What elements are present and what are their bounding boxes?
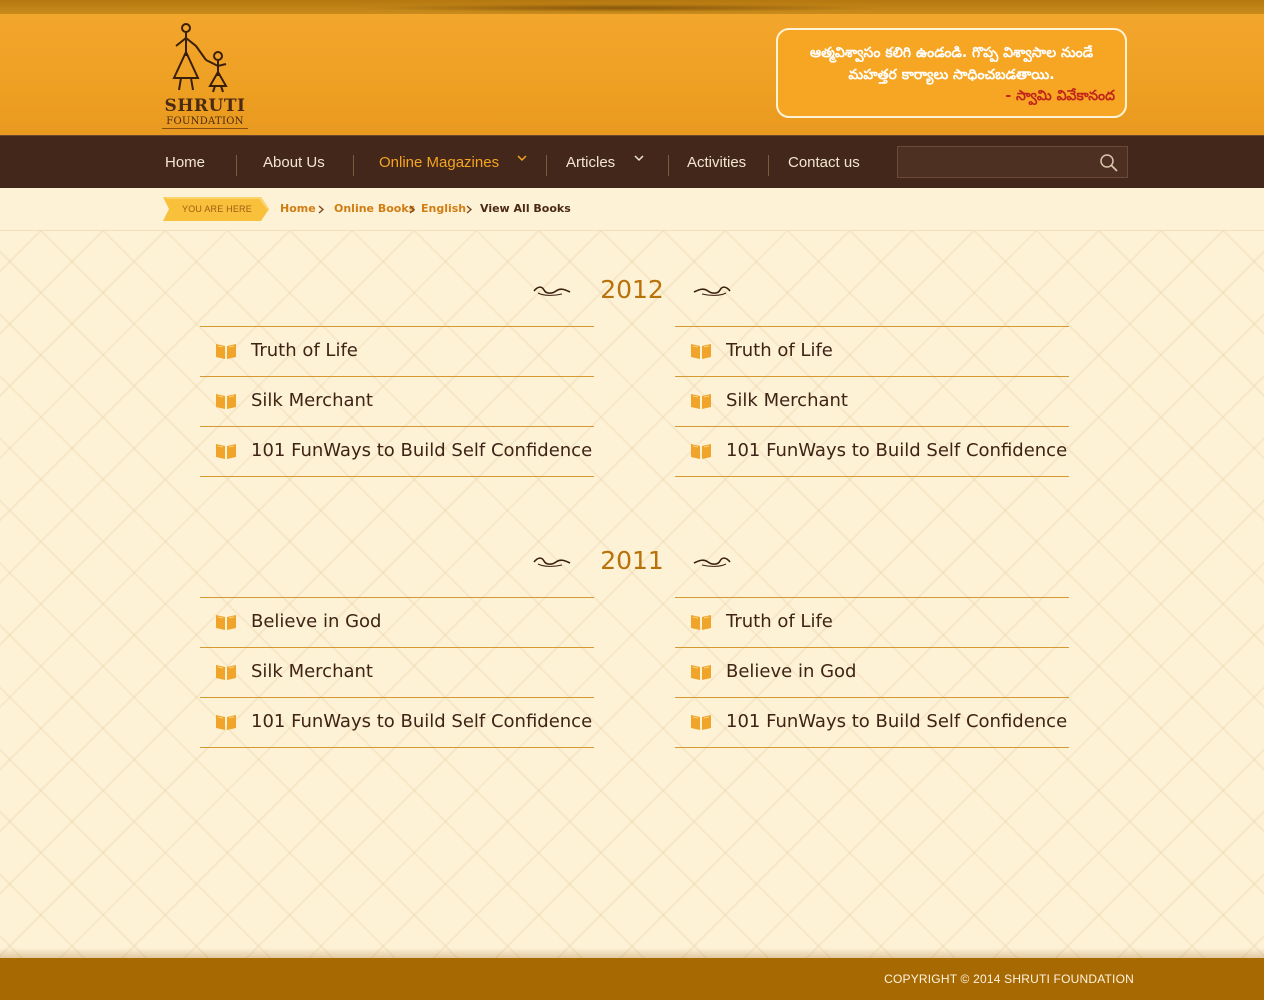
book-icon bbox=[691, 444, 711, 459]
book-title: Believe in God bbox=[726, 661, 857, 682]
list-item[interactable]: 101 FunWays to Build Self Confidence bbox=[200, 426, 594, 477]
book-list-2012-right: Truth of Life Silk Merchant 101 FunWays … bbox=[675, 326, 1069, 477]
chevron-down-icon[interactable] bbox=[634, 153, 644, 163]
chevron-right-icon bbox=[409, 205, 416, 214]
footer-shadow bbox=[0, 948, 1264, 958]
year-heading: 2011 bbox=[532, 544, 732, 578]
quote-text: ఆత్మవిశ్వాసం కలిగి ఉండండి. గొప్ప విశ్వాస… bbox=[809, 45, 1094, 83]
book-title: Silk Merchant bbox=[251, 661, 373, 682]
list-item[interactable]: Truth of Life bbox=[675, 326, 1069, 376]
main-nav: Home About Us Online Magazines Articles … bbox=[0, 135, 1264, 189]
quote-author: - స్వామి వివేకానంద bbox=[1005, 88, 1115, 104]
list-item[interactable]: 101 FunWays to Build Self Confidence bbox=[675, 697, 1069, 748]
copyright-text: COPYRIGHT © 2014 SHRUTI FOUNDATION bbox=[884, 972, 1134, 986]
book-title: 101 FunWays to Build Self Confidence bbox=[251, 440, 593, 461]
flourish-right-icon bbox=[693, 286, 731, 296]
site-header: SHRUTI FOUNDATION ఆత్మవిశ్వాసం కలిగి ఉండ… bbox=[0, 14, 1264, 135]
book-icon bbox=[216, 615, 236, 630]
book-list-2012-left: Truth of Life Silk Merchant 101 FunWays … bbox=[200, 326, 594, 477]
breadcrumb-english[interactable]: English bbox=[421, 188, 466, 230]
chevron-right-icon bbox=[466, 205, 473, 214]
site-footer: COPYRIGHT © 2014 SHRUTI FOUNDATION bbox=[0, 958, 1264, 1000]
nav-divider bbox=[768, 155, 769, 176]
nav-item-contact-us[interactable]: Contact us bbox=[788, 136, 860, 189]
nav-divider bbox=[236, 155, 237, 176]
search-box bbox=[897, 146, 1128, 178]
quote-box: ఆత్మవిశ్వాసం కలిగి ఉండండి. గొప్ప విశ్వాస… bbox=[776, 28, 1127, 118]
book-title: Truth of Life bbox=[726, 611, 833, 632]
book-list-2011-left: Believe in God Silk Merchant 101 FunWays… bbox=[200, 597, 594, 748]
book-title: 101 FunWays to Build Self Confidence bbox=[726, 711, 1068, 732]
list-item[interactable]: Silk Merchant bbox=[675, 376, 1069, 426]
top-strip bbox=[0, 0, 1264, 14]
book-icon bbox=[691, 715, 711, 730]
logo-subtitle: FOUNDATION bbox=[162, 116, 248, 129]
list-item[interactable]: Truth of Life bbox=[200, 326, 594, 376]
book-title: Truth of Life bbox=[251, 340, 358, 361]
site-logo[interactable]: SHRUTI FOUNDATION bbox=[162, 20, 248, 132]
breadcrumb-online-books[interactable]: Online Books bbox=[334, 188, 415, 230]
book-title: 101 FunWays to Build Self Confidence bbox=[726, 440, 1068, 461]
list-item[interactable]: 101 FunWays to Build Self Confidence bbox=[200, 697, 594, 748]
list-item[interactable]: Believe in God bbox=[200, 597, 594, 647]
year-label: 2011 bbox=[600, 546, 664, 575]
nav-item-online-magazines[interactable]: Online Magazines bbox=[379, 136, 499, 189]
breadcrumb: YOU ARE HERE Home Online Books English V… bbox=[0, 188, 1264, 231]
flourish-right-icon bbox=[693, 557, 731, 567]
list-item[interactable]: Silk Merchant bbox=[200, 647, 594, 697]
year-label: 2012 bbox=[600, 275, 664, 304]
chevron-right-icon bbox=[318, 205, 325, 214]
book-title: Silk Merchant bbox=[251, 390, 373, 411]
book-icon bbox=[691, 665, 711, 680]
logo-title: SHRUTI bbox=[164, 96, 246, 116]
book-icon bbox=[216, 444, 236, 459]
book-title: Silk Merchant bbox=[726, 390, 848, 411]
book-title: Truth of Life bbox=[726, 340, 833, 361]
nav-item-articles[interactable]: Articles bbox=[566, 136, 615, 189]
book-title: 101 FunWays to Build Self Confidence bbox=[251, 711, 593, 732]
nav-item-home[interactable]: Home bbox=[165, 136, 205, 189]
flourish-left-icon bbox=[533, 557, 571, 567]
search-icon[interactable] bbox=[1099, 153, 1119, 173]
nav-item-activities[interactable]: Activities bbox=[687, 136, 746, 189]
book-title: Believe in God bbox=[251, 611, 382, 632]
chevron-down-icon[interactable] bbox=[517, 153, 527, 163]
list-item[interactable]: 101 FunWays to Build Self Confidence bbox=[675, 426, 1069, 477]
family-logo-icon bbox=[172, 23, 228, 93]
nav-divider bbox=[353, 155, 354, 176]
list-item[interactable]: Truth of Life bbox=[675, 597, 1069, 647]
book-list-2011-right: Truth of Life Believe in God 101 FunWays… bbox=[675, 597, 1069, 748]
search-input[interactable] bbox=[904, 152, 1093, 174]
breadcrumb-home[interactable]: Home bbox=[280, 188, 316, 230]
book-icon bbox=[216, 715, 236, 730]
breadcrumb-current: View All Books bbox=[480, 202, 571, 215]
flourish-left-icon bbox=[533, 286, 571, 296]
nav-divider bbox=[668, 155, 669, 176]
book-icon bbox=[691, 615, 711, 630]
year-heading: 2012 bbox=[532, 273, 732, 307]
badge-label: YOU ARE HERE bbox=[182, 204, 252, 214]
nav-item-about-us[interactable]: About Us bbox=[263, 136, 325, 189]
book-icon bbox=[216, 344, 236, 359]
book-icon bbox=[216, 665, 236, 680]
book-icon bbox=[216, 394, 236, 409]
book-icon bbox=[691, 344, 711, 359]
book-icon bbox=[691, 394, 711, 409]
list-item[interactable]: Silk Merchant bbox=[200, 376, 594, 426]
nav-divider bbox=[546, 155, 547, 176]
you-are-here-badge: YOU ARE HERE bbox=[163, 195, 271, 223]
list-item[interactable]: Believe in God bbox=[675, 647, 1069, 697]
